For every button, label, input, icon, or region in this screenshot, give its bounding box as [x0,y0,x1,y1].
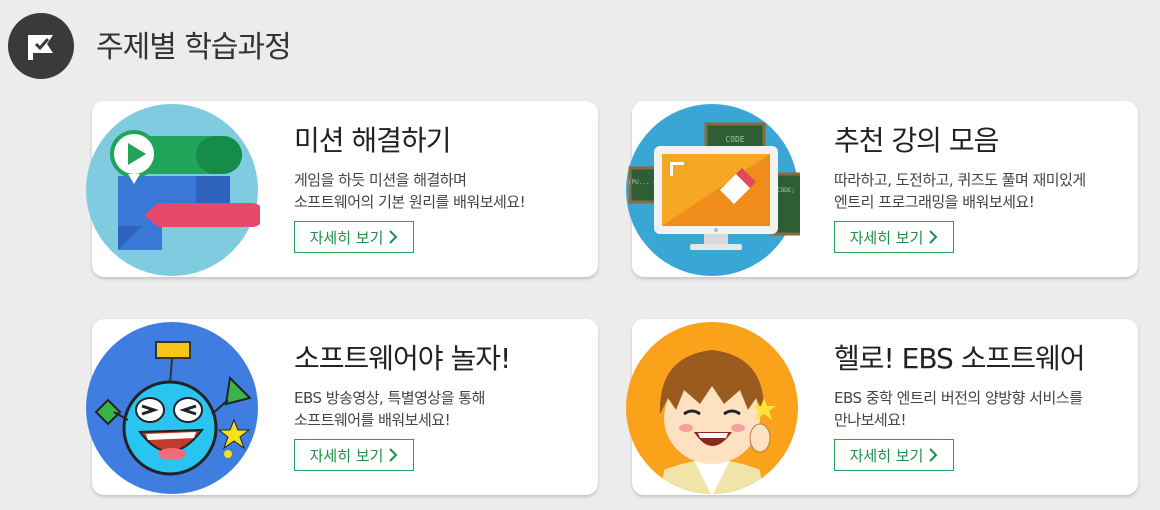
button-label: 자세히 보기 [309,228,384,247]
card-mission[interactable]: 미션 해결하기 게임을 하듯 미션을 해결하며 소프트웨어의 기본 원리를 배워… [86,101,598,277]
desc-line: 만나보세요! [834,411,907,429]
card-title: 헬로! EBS 소프트웨어 [834,342,1086,375]
button-label: 자세히 보기 [849,228,924,247]
flag-check-icon [8,13,74,79]
art-text: CODE [725,135,744,144]
desc-line: 따라하고, 도전하고, 퀴즈도 풀며 재미있게 [834,171,1086,189]
card-description: EBS 방송영상, 특별영상을 통해 소프트웨어를 배워보세요! [294,387,590,431]
details-button-software-play[interactable]: 자세히 보기 [294,439,414,471]
chevron-right-icon [389,230,398,244]
card-description: 게임을 하듯 미션을 해결하며 소프트웨어의 기본 원리를 배워보세요! [294,169,590,213]
blue-character-icon [84,320,260,496]
button-label: 자세히 보기 [309,446,384,465]
desc-line: 엔트리 프로그래밍을 배워보세요! [834,193,1035,211]
details-button-hello-ebs[interactable]: 자세히 보기 [834,439,954,471]
desc-line: 소프트웨어의 기본 원리를 배워보세요! [294,193,526,211]
card-title: 소프트웨어야 놀자! [294,342,511,375]
details-button-mission[interactable]: 자세히 보기 [294,221,414,253]
monitor-code-icon: CODE (PU... COD CODE; [624,102,804,278]
card-description: EBS 중학 엔트리 버전의 양방향 서비스를 만나보세요! [834,387,1130,431]
speech-bubbles-play-icon [84,102,264,278]
art-text: CODE; [777,187,795,194]
desc-line: 소프트웨어를 배워보세요! [294,411,451,429]
button-label: 자세히 보기 [849,446,924,465]
chevron-right-icon [929,230,938,244]
cartoon-student-icon [624,320,800,496]
details-button-recommended[interactable]: 자세히 보기 [834,221,954,253]
desc-line: EBS 중학 엔트리 버전의 양방향 서비스를 [834,389,1083,407]
card-software-play[interactable]: 소프트웨어야 놀자! EBS 방송영상, 특별영상을 통해 소프트웨어를 배워보… [86,319,598,495]
card-title: 미션 해결하기 [294,124,451,157]
chevron-right-icon [389,448,398,462]
card-title: 추천 강의 모음 [834,124,999,157]
card-hello-ebs[interactable]: 헬로! EBS 소프트웨어 EBS 중학 엔트리 버전의 양방향 서비스를 만나… [626,319,1138,495]
card-recommended[interactable]: CODE (PU... COD CODE; 추천 강의 모음 따라하고, 도전하… [626,101,1138,277]
card-description: 따라하고, 도전하고, 퀴즈도 풀며 재미있게 엔트리 프로그래밍을 배워보세요… [834,169,1130,213]
desc-line: EBS 방송영상, 특별영상을 통해 [294,389,485,407]
page-title: 주제별 학습과정 [96,30,292,65]
chevron-right-icon [929,448,938,462]
desc-line: 게임을 하듯 미션을 해결하며 [294,171,467,189]
